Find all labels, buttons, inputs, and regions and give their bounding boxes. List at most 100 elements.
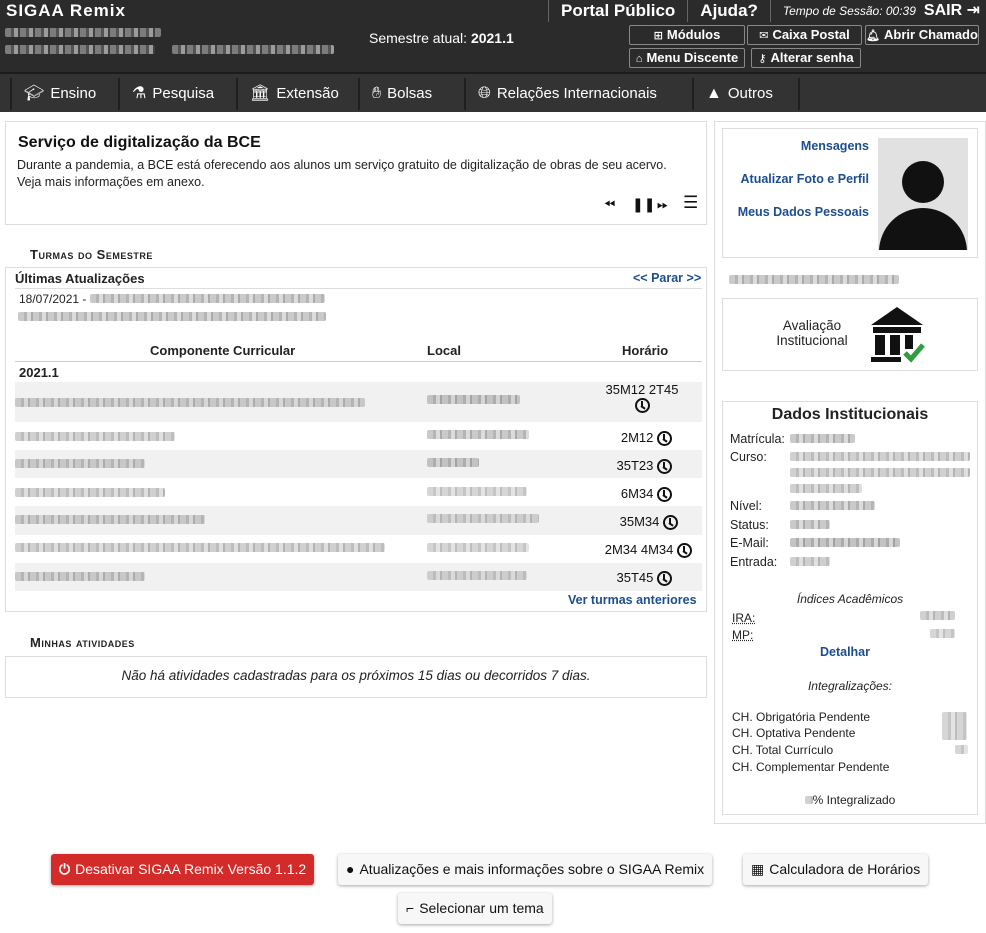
horario-cell: 35T23 (552, 458, 672, 475)
user-info-redacted (5, 45, 155, 54)
menu-pesquisa[interactable]: ⚗ Pesquisa (118, 78, 234, 110)
announcement-card: Serviço de digitalização da BCE Durante … (5, 121, 707, 225)
selecionar-tema-button[interactable]: ⌐ Selecionar um tema (398, 893, 552, 924)
globe-icon: 🌐︎ (478, 85, 491, 102)
ajuda-link[interactable]: Ajuda? (687, 0, 770, 22)
announcement-title: Serviço de digitalização da BCE (18, 134, 261, 151)
clock-icon (634, 398, 650, 414)
top-nav: Portal Público Ajuda? Tempo de Sessão: 0… (548, 0, 986, 22)
menu-extensao[interactable]: 🏛︎ Extensão (236, 78, 356, 110)
calculator-icon: ▦ (751, 861, 765, 877)
nivel-label: Nível: (730, 499, 762, 513)
componente-redacted (15, 459, 145, 468)
horario-text: 2M34 4M34 (604, 542, 674, 557)
horario-text: 35M12 2T45 (605, 382, 679, 397)
email-label: E-Mail: (730, 536, 769, 550)
avaliacao-line-1: Avaliação (782, 318, 842, 333)
ira-label: IRA: (732, 611, 756, 625)
abrir-chamado-label: Abrir Chamado (884, 27, 978, 42)
menu-extensao-label: Extensão (276, 85, 339, 102)
horario-text: 6M34 (620, 486, 654, 501)
atualizacoes-button[interactable]: ● Atualizações e mais informações sobre o… (338, 854, 713, 885)
horario-cell: 35M12 2T45 (582, 382, 702, 414)
componente-redacted (15, 398, 365, 407)
local-redacted (427, 487, 527, 496)
menu-outros[interactable]: ▲ Outros (692, 78, 800, 110)
status-redacted (790, 520, 830, 529)
componente-redacted (15, 432, 175, 441)
announcement-line-1: Durante a pandemia, a BCE está oferecend… (17, 158, 667, 172)
update-date: 18/07/2021 - (19, 292, 87, 306)
dados-title: Dados Institucionais (771, 406, 929, 423)
alterar-senha-label: Alterar senha (770, 50, 854, 65)
avatar[interactable] (878, 138, 968, 250)
logout-button[interactable]: SAIR ⇥ (924, 0, 986, 22)
local-redacted (427, 571, 527, 580)
atividades-empty-text: Não há atividades cadastradas para os pr… (121, 668, 591, 683)
logout-icon: ⇥ (966, 2, 980, 19)
bell-icon: 🔔︎ (866, 30, 881, 42)
detalhar-link[interactable]: Detalhar (723, 645, 967, 659)
avaliacao-label: Avaliação Institucional (767, 318, 857, 348)
institution-check-icon (871, 307, 925, 363)
indices-title: Índices Acadêmicos (796, 592, 904, 606)
caixa-postal-button[interactable]: ✉ Caixa Postal (747, 25, 862, 45)
tema-label: Selecionar um tema (419, 900, 544, 916)
brand-title: SIGAA Remix (6, 1, 126, 20)
hand-money-icon: ✋︎ (372, 85, 382, 102)
status-label: Status: (730, 518, 769, 532)
github-icon: ● (346, 861, 355, 877)
pause-icon[interactable]: ❚❚ (632, 196, 655, 213)
logout-label: SAIR (923, 2, 963, 19)
col-horario: Horário (622, 343, 669, 358)
avaliacao-card[interactable]: Avaliação Institucional (722, 298, 978, 371)
ch-total-redacted (955, 745, 968, 754)
local-redacted (427, 430, 529, 439)
componente-redacted (15, 543, 385, 552)
menu-discente-label: Menu Discente (646, 50, 739, 65)
ch-values-redacted (942, 712, 967, 740)
abrir-chamado-button[interactable]: 🔔︎ Abrir Chamado (865, 25, 979, 45)
list-icon[interactable]: ☰ (683, 193, 698, 213)
ver-turmas-anteriores-link[interactable]: Ver turmas anteriores (568, 593, 697, 607)
mensagens-link[interactable]: Mensagens (722, 139, 869, 153)
atividades-section-title: Minhas atividades (30, 635, 135, 650)
menu-ensino-label: Ensino (50, 85, 97, 102)
col-local: Local (427, 343, 461, 358)
flask-icon: ⚗ (132, 85, 147, 102)
calculadora-button[interactable]: ▦ Calculadora de Horários (743, 854, 929, 885)
power-icon: ⏻ (59, 861, 71, 877)
next-icon[interactable]: ⏩︎ (657, 196, 668, 213)
updates-divider (15, 288, 702, 289)
parar-link[interactable]: << Parar >> (633, 271, 701, 285)
portal-publico-link[interactable]: Portal Público (548, 0, 687, 22)
menu-ensino[interactable]: 🎓︎ Ensino (10, 78, 116, 110)
semester-group-label: 2021.1 (19, 365, 59, 380)
avatar-body (879, 208, 967, 250)
local-redacted (427, 458, 479, 467)
meus-dados-link[interactable]: Meus Dados Pessoais (722, 205, 869, 219)
horario-cell: 35T45 (552, 570, 672, 587)
curso-redacted (790, 452, 970, 461)
previous-icon[interactable]: ⏪︎ (604, 196, 615, 213)
alterar-senha-button[interactable]: ⚷ Alterar senha (751, 48, 861, 68)
top-bar: SIGAA Remix Semestre atual: 2021.1 Porta… (0, 0, 986, 72)
session-label: Tempo de Sessão: (782, 4, 883, 18)
menu-relacoes-internacionais[interactable]: 🌐︎ Relações Internacionais (464, 78, 690, 110)
horario-cell: 2M12 (552, 430, 672, 447)
home-icon: ⌂ (635, 53, 643, 65)
clock-icon (657, 571, 672, 587)
user-unit-redacted (172, 45, 334, 54)
semester-info: Semestre atual: 2021.1 (369, 30, 514, 46)
update-text-redacted (90, 294, 325, 303)
user-name-redacted (5, 28, 161, 37)
calculadora-label: Calculadora de Horários (769, 861, 921, 877)
atualizar-foto-link[interactable]: Atualizar Foto e Perfil (722, 172, 870, 186)
menu-discente-button[interactable]: ⌂ Menu Discente (629, 48, 745, 68)
desativar-remix-button[interactable]: ⏻ Desativar SIGAA Remix Versão 1.1.2 (51, 854, 315, 885)
horario-text: 35T45 (616, 570, 654, 585)
session-timer: Tempo de Sessão: 00:39 (769, 0, 924, 22)
menu-bolsas[interactable]: ✋︎ Bolsas (358, 78, 462, 110)
modulos-button[interactable]: ⊞ Módulos (629, 25, 745, 45)
email-redacted (790, 538, 900, 547)
